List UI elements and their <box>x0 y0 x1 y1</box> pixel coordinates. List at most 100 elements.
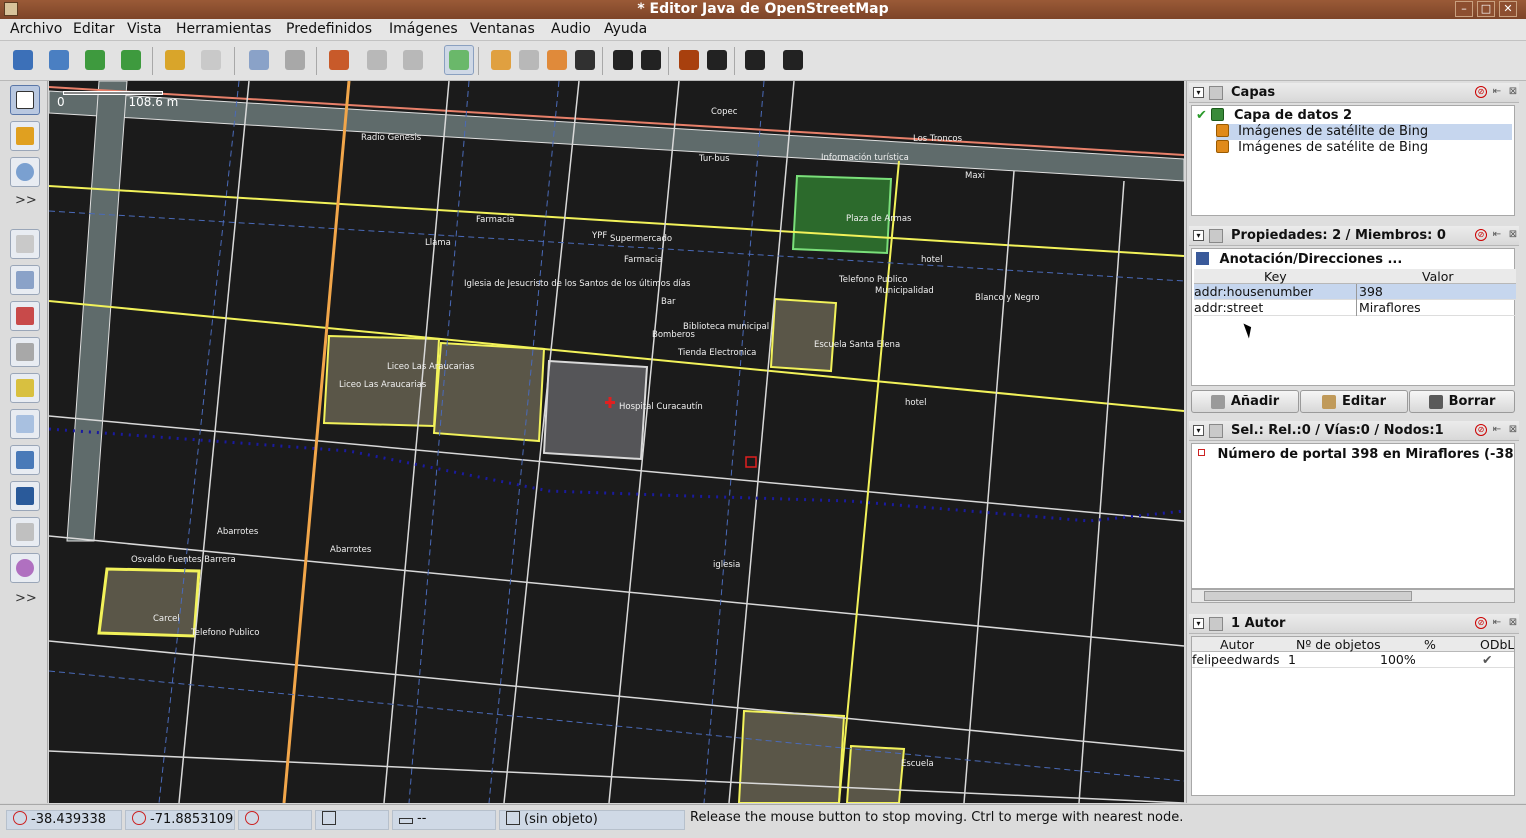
visible-check-icon[interactable]: ✔ <box>1196 108 1207 123</box>
preferences-icon[interactable] <box>244 45 274 75</box>
detach-panel-icon[interactable]: ⇤ <box>1491 229 1503 241</box>
download-icon[interactable] <box>80 45 110 75</box>
map-paint-icon[interactable] <box>10 553 40 583</box>
column-percent[interactable]: % <box>1424 637 1436 652</box>
scale-min: 0 <box>57 95 65 109</box>
align-icon[interactable] <box>486 45 516 75</box>
simplify-icon[interactable] <box>542 45 572 75</box>
minimize-panel-icon[interactable]: ⊠ <box>1507 617 1519 629</box>
close-button[interactable]: ✕ <box>1499 1 1517 17</box>
layer-item-bing-2[interactable]: Imágenes de satélite de Bing <box>1216 140 1428 156</box>
zoom-tool-icon[interactable] <box>10 157 40 187</box>
column-count[interactable]: Nº de objetos <box>1296 637 1381 652</box>
map-canvas[interactable] <box>49 81 1184 803</box>
close-panel-icon[interactable]: ⊘ <box>1475 229 1487 241</box>
minimize-panel-icon[interactable]: ⊠ <box>1507 86 1519 98</box>
table-row[interactable]: addr:street Miraflores <box>1194 300 1516 316</box>
collapse-toggle[interactable]: ▾ <box>1193 230 1204 241</box>
open-icon[interactable] <box>8 45 38 75</box>
minimize-button[interactable]: – <box>1455 1 1473 17</box>
warning-icon[interactable] <box>674 45 704 75</box>
funnel-icon[interactable] <box>10 517 40 547</box>
menu-audio[interactable]: Audio <box>551 21 591 37</box>
map-label: Maxi <box>965 171 985 181</box>
delete-icon[interactable] <box>702 45 732 75</box>
maximize-button[interactable]: □ <box>1477 1 1495 17</box>
table-row[interactable]: felipeedwards 1 100% ✔ <box>1192 652 1514 668</box>
select-tool-icon[interactable] <box>10 85 40 115</box>
map-label: Telefono Publico <box>839 275 908 285</box>
menu-ventanas[interactable]: Ventanas <box>470 21 535 37</box>
table-row[interactable]: addr:housenumber 398 <box>1194 284 1516 300</box>
car-icon[interactable] <box>608 45 638 75</box>
layer-item-bing-1[interactable]: Imágenes de satélite de Bing <box>1216 124 1512 140</box>
menu-vista[interactable]: Vista <box>127 21 162 37</box>
tag-value[interactable]: Miraflores <box>1356 300 1421 316</box>
move-icon[interactable] <box>570 45 600 75</box>
longitude-icon <box>132 811 146 825</box>
wireframe-icon[interactable] <box>280 45 310 75</box>
collapse-toggle[interactable]: ▾ <box>1193 87 1204 98</box>
filter-panel-icon[interactable] <box>10 409 40 439</box>
minimize-panel-icon[interactable]: ⊠ <box>1507 229 1519 241</box>
menu-imagenes[interactable]: Imágenes <box>389 21 458 37</box>
menu-editar[interactable]: Editar <box>73 21 114 37</box>
relation-panel-icon[interactable] <box>10 301 40 331</box>
split-icon[interactable] <box>362 45 392 75</box>
layers-panel-icon[interactable] <box>10 229 40 259</box>
select-icon[interactable] <box>444 45 474 75</box>
minimize-panel-icon[interactable]: ⊠ <box>1507 424 1519 436</box>
close-panel-icon[interactable]: ⊘ <box>1475 424 1487 436</box>
merge-icon[interactable] <box>324 45 354 75</box>
orthogonalize-icon[interactable] <box>514 45 544 75</box>
column-value[interactable]: Valor <box>1422 269 1454 284</box>
more-tools-bottom[interactable]: >> <box>15 591 37 606</box>
more-tools-top[interactable]: >> <box>15 193 37 208</box>
delete-button[interactable]: Borrar <box>1409 390 1515 413</box>
undo-icon[interactable] <box>160 45 190 75</box>
map-label: Los Troncos <box>913 134 963 144</box>
tag-key[interactable]: addr:street <box>1194 300 1263 315</box>
upload-icon[interactable] <box>116 45 146 75</box>
properties-panel-header: ▾ Propiedades: 2 / Miembros: 0 ⊘ ⇤ ⊠ <box>1189 226 1519 246</box>
save-icon[interactable] <box>44 45 74 75</box>
tags-panel-icon[interactable] <box>10 265 40 295</box>
factory-icon[interactable] <box>778 45 808 75</box>
scrollbar-thumb[interactable] <box>1204 591 1412 601</box>
bus-icon[interactable] <box>636 45 666 75</box>
map-view[interactable]: 0 108.6 m Radio Genesis Copec Tur-bus In… <box>49 81 1184 803</box>
detach-panel-icon[interactable]: ⇤ <box>1491 424 1503 436</box>
selection-panel: ▾ Sel.: Rel.:0 / Vías:0 / Nodos:1 ⊘ ⇤ ⊠ … <box>1189 421 1519 607</box>
column-key[interactable]: Key <box>1264 269 1287 284</box>
tag-key[interactable]: addr:housenumber <box>1194 284 1313 299</box>
castle-icon[interactable] <box>740 45 770 75</box>
horizontal-scrollbar[interactable] <box>1191 589 1515 603</box>
history-panel-icon[interactable] <box>10 337 40 367</box>
column-author[interactable]: Autor <box>1220 637 1254 652</box>
add-button[interactable]: Añadir <box>1191 390 1299 413</box>
preset-label[interactable]: Anotación/Direcciones ... <box>1196 252 1402 267</box>
menu-herramientas[interactable]: Herramientas <box>176 21 271 37</box>
close-panel-icon[interactable]: ⊘ <box>1475 86 1487 98</box>
close-panel-icon[interactable]: ⊘ <box>1475 617 1487 629</box>
validation-panel-icon[interactable] <box>10 481 40 511</box>
detach-panel-icon[interactable]: ⇤ <box>1491 86 1503 98</box>
redo-icon[interactable] <box>196 45 226 75</box>
layer-item-data[interactable]: ✔ Capa de datos 2 <box>1196 108 1352 124</box>
detach-panel-icon[interactable]: ⇤ <box>1491 617 1503 629</box>
menu-ayuda[interactable]: Ayuda <box>604 21 647 37</box>
draw-tool-icon[interactable] <box>10 121 40 151</box>
collapse-toggle[interactable]: ▾ <box>1193 618 1204 629</box>
scale-bar: 0 108.6 m <box>57 91 178 109</box>
menu-predefinidos[interactable]: Predefinidos <box>286 21 372 37</box>
menu-archivo[interactable]: Archivo <box>10 21 62 37</box>
imagery-panel-icon[interactable] <box>10 373 40 403</box>
conflict-panel-icon[interactable] <box>10 445 40 475</box>
map-label: Hospital Curacautín <box>619 402 703 412</box>
edit-button[interactable]: Editar <box>1300 390 1408 413</box>
collapse-toggle[interactable]: ▾ <box>1193 425 1204 436</box>
tag-value[interactable]: 398 <box>1356 284 1383 300</box>
column-odbl[interactable]: ODbL <box>1480 637 1514 652</box>
list-item[interactable]: Número de portal 398 en Miraflores (-38.… <box>1198 447 1514 462</box>
reverse-icon[interactable] <box>398 45 428 75</box>
